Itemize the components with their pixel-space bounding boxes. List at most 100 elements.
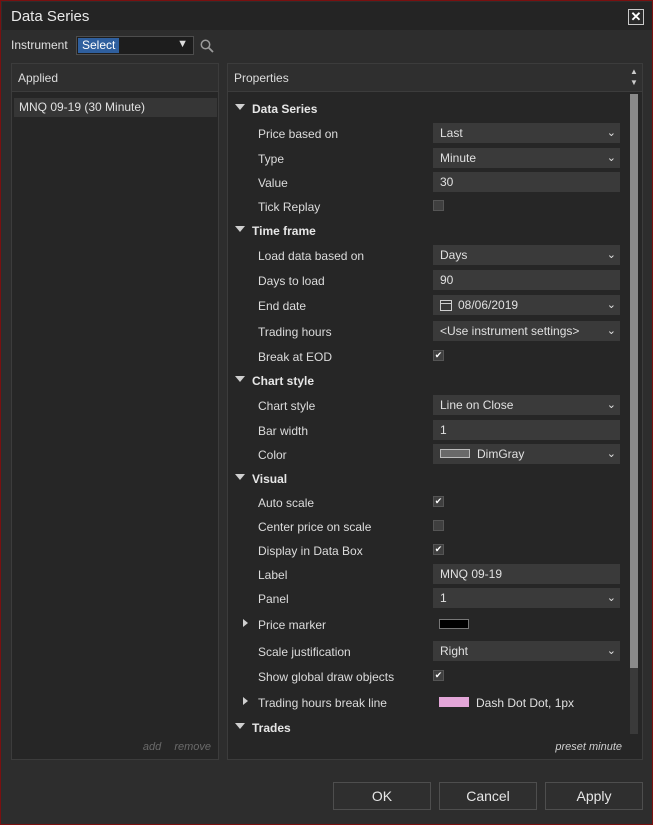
expand-arrow-icon[interactable] xyxy=(243,619,248,627)
property-label: Panel xyxy=(258,592,289,606)
bar-width-input[interactable]: 1 xyxy=(433,420,620,440)
property-grid: Data Series Price based on Last ⌄ Type Mi… xyxy=(228,94,628,732)
property-center-price: Center price on scale xyxy=(228,515,628,539)
close-icon: ✕ xyxy=(630,9,642,24)
category-data-series[interactable]: Data Series xyxy=(228,97,628,121)
collapse-arrow-icon[interactable] xyxy=(235,474,245,480)
price-based-on-select[interactable]: Last ⌄ xyxy=(433,123,620,143)
break-line-swatch[interactable] xyxy=(439,697,469,707)
property-label: Trading hours break line xyxy=(258,696,387,710)
property-label: Display in Data Box xyxy=(258,544,363,558)
color-swatch xyxy=(440,449,470,458)
field-value: Minute xyxy=(440,151,477,165)
collapse-arrow-icon[interactable] xyxy=(235,226,245,232)
properties-scrollbar[interactable] xyxy=(630,94,638,734)
property-label: Show global draw objects xyxy=(258,670,395,684)
break-line-value: Dash Dot Dot, 1px xyxy=(476,696,575,710)
chevron-down-icon: ⌄ xyxy=(606,399,616,411)
collapse-arrow-icon[interactable] xyxy=(235,723,245,729)
category-label: Trades xyxy=(252,721,291,732)
chevron-down-icon: ▼ xyxy=(177,38,188,50)
property-break-at-eod: Break at EOD ✔ xyxy=(228,345,628,369)
field-value: Last xyxy=(440,126,463,140)
scale-justification-select[interactable]: Right ⌄ xyxy=(433,641,620,661)
field-value: DimGray xyxy=(477,447,525,461)
close-button[interactable]: ✕ xyxy=(628,9,644,25)
field-value: 1 xyxy=(440,423,447,437)
property-label: Price marker xyxy=(258,618,327,632)
field-value: Line on Close xyxy=(440,398,514,412)
cancel-button[interactable]: Cancel xyxy=(439,782,537,810)
instrument-value[interactable]: Select xyxy=(78,38,120,53)
data-series-dialog: Data Series ✕ Instrument Select ▼ Applie… xyxy=(0,0,653,825)
search-icon[interactable] xyxy=(200,39,214,53)
days-to-load-input[interactable]: 90 xyxy=(433,270,620,290)
property-label: Price based on xyxy=(258,127,339,141)
ok-button[interactable]: OK xyxy=(333,782,431,810)
auto-scale-checkbox[interactable]: ✔ xyxy=(433,496,444,507)
show-global-draw-objects-checkbox[interactable]: ✔ xyxy=(433,670,444,681)
applied-item[interactable]: MNQ 09-19 (30 Minute) xyxy=(14,98,217,117)
collapse-arrow-icon[interactable] xyxy=(235,104,245,110)
property-days-to-load: Days to load 90 xyxy=(228,269,628,293)
type-select[interactable]: Minute ⌄ xyxy=(433,148,620,168)
scroll-down-arrow[interactable]: ▼ xyxy=(629,78,639,88)
field-value: 1 xyxy=(440,591,447,605)
field-value: Right xyxy=(440,644,469,658)
preset-link[interactable]: preset minute xyxy=(555,741,622,753)
field-value: 30 xyxy=(440,175,454,189)
property-trading-hours-break-line: Trading hours break line Dash Dot Dot, 1… xyxy=(228,691,628,715)
chevron-down-icon: ⌄ xyxy=(606,249,616,261)
properties-header: Properties xyxy=(228,64,642,92)
property-bar-width: Bar width 1 xyxy=(228,419,628,443)
category-visual[interactable]: Visual xyxy=(228,467,628,491)
calendar-icon[interactable] xyxy=(440,300,452,311)
tick-replay-checkbox[interactable] xyxy=(433,200,444,211)
collapse-arrow-icon[interactable] xyxy=(235,376,245,382)
property-label: Value xyxy=(258,176,288,190)
chevron-down-icon: ⌄ xyxy=(606,645,616,657)
property-panel: Panel 1 ⌄ xyxy=(228,587,628,611)
category-label: Chart style xyxy=(252,374,315,388)
panel-select[interactable]: 1 ⌄ xyxy=(433,588,620,608)
category-label: Data Series xyxy=(252,102,318,116)
add-link[interactable]: add xyxy=(143,741,161,753)
center-price-checkbox[interactable] xyxy=(433,520,444,531)
instrument-label: Instrument xyxy=(11,38,68,52)
property-price-marker: Price marker xyxy=(228,613,628,637)
category-trades[interactable]: Trades xyxy=(228,716,628,732)
property-label: Label xyxy=(258,568,288,582)
break-at-eod-checkbox[interactable]: ✔ xyxy=(433,350,444,361)
remove-link[interactable]: remove xyxy=(174,741,211,753)
trading-hours-select[interactable]: <Use instrument settings> ⌄ xyxy=(433,321,620,341)
property-label: Type xyxy=(258,152,285,166)
window-title: Data Series xyxy=(11,8,90,25)
value-input[interactable]: 30 xyxy=(433,172,620,192)
property-price-based-on: Price based on Last ⌄ xyxy=(228,122,628,146)
scrollbar-thumb[interactable] xyxy=(630,94,638,668)
property-value: Value 30 xyxy=(228,171,628,195)
property-label: Days to load xyxy=(258,274,325,288)
load-data-select[interactable]: Days ⌄ xyxy=(433,245,620,265)
instrument-select[interactable]: Select ▼ xyxy=(76,36,194,55)
label-input[interactable]: MNQ 09-19 xyxy=(433,564,620,584)
property-label: Center price on scale xyxy=(258,520,372,534)
property-label: Label MNQ 09-19 xyxy=(228,563,628,587)
apply-button[interactable]: Apply xyxy=(545,782,643,810)
category-chart-style[interactable]: Chart style xyxy=(228,369,628,393)
end-date-picker[interactable]: 08/06/2019 ⌄ xyxy=(433,295,620,315)
property-label: Load data based on xyxy=(258,249,365,263)
display-in-data-box-checkbox[interactable]: ✔ xyxy=(433,544,444,555)
chevron-down-icon: ⌄ xyxy=(606,152,616,164)
field-value: MNQ 09-19 xyxy=(440,567,503,581)
expand-arrow-icon[interactable] xyxy=(243,697,248,705)
color-select[interactable]: DimGray ⌄ xyxy=(433,444,620,464)
property-label: Bar width xyxy=(258,424,309,438)
price-marker-swatch[interactable] xyxy=(439,619,469,629)
field-value: 08/06/2019 xyxy=(458,298,519,312)
category-time-frame[interactable]: Time frame xyxy=(228,219,628,243)
properties-panel: Properties ▲ ▼ Data Series Price based o… xyxy=(227,63,643,760)
scroll-up-arrow[interactable]: ▲ xyxy=(629,67,639,77)
chart-style-select[interactable]: Line on Close ⌄ xyxy=(433,395,620,415)
chevron-down-icon: ⌄ xyxy=(606,592,616,604)
